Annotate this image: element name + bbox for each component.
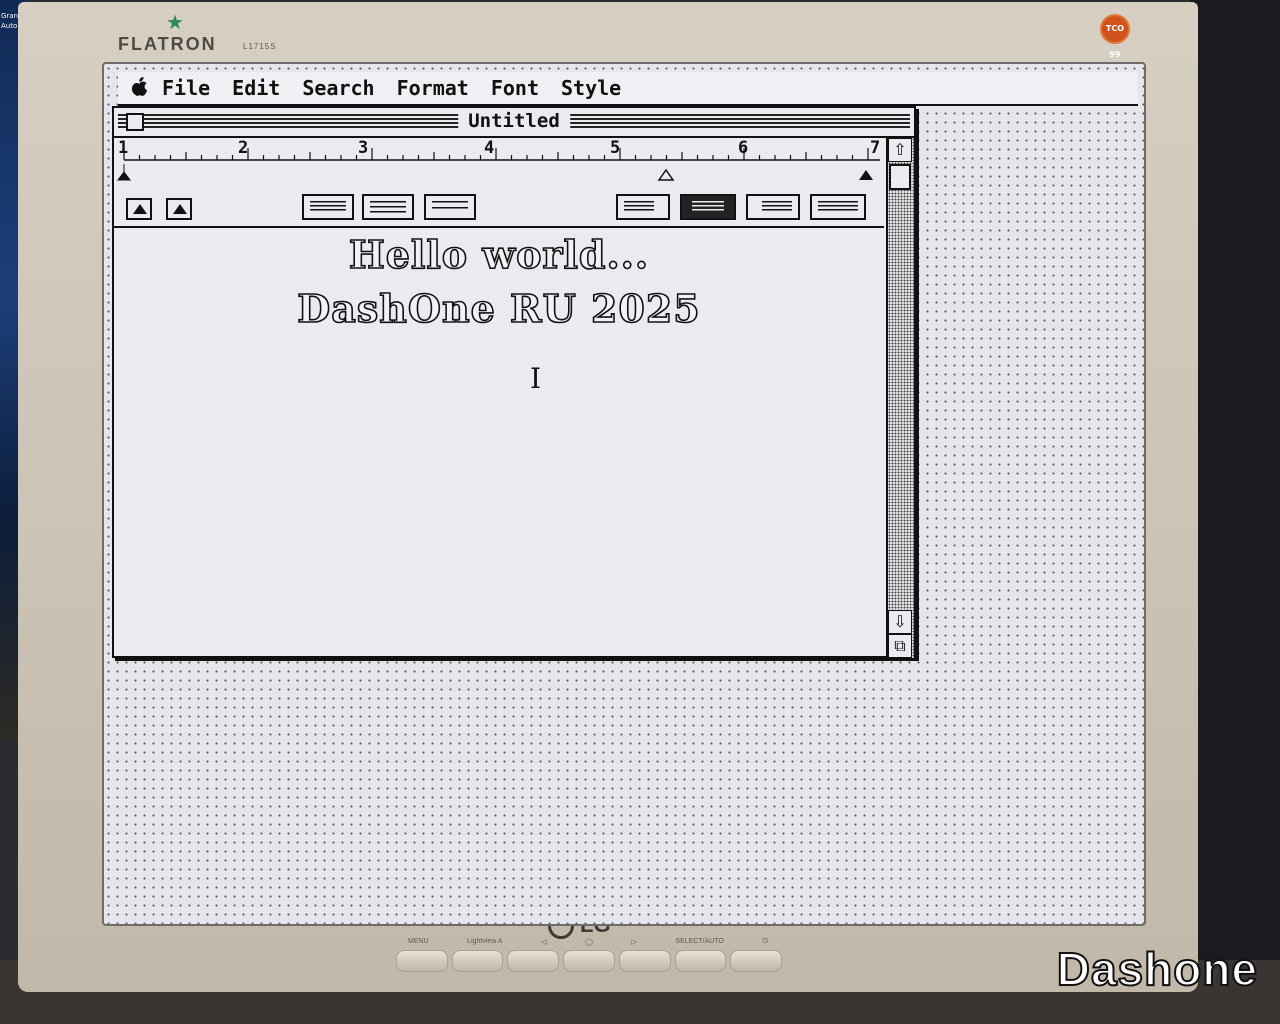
grow-box-icon[interactable]: ⧉ [888,634,912,658]
right-margin-marker-icon[interactable] [859,170,873,180]
monitor-button[interactable] [396,950,448,972]
close-box-icon[interactable] [126,113,144,131]
lines-icon [310,201,346,213]
monitor-button[interactable] [451,950,504,972]
ruler-number: 6 [738,138,749,158]
menu-file[interactable]: File [162,76,210,100]
document-text-area[interactable]: Hello world... DashOne RU 2025 I [114,228,884,654]
monitor-brand: FLATRON [118,34,217,54]
document-line: DashOne RU 2025 [296,285,701,332]
monitor-buttons[interactable] [396,950,783,972]
dashone-watermark: Dashone [1056,942,1258,996]
control-label: ◯ [585,939,593,946]
apple-menu-icon[interactable] [118,76,162,101]
monitor-button[interactable] [730,950,783,972]
lines-icon [432,201,468,213]
menu-edit[interactable]: Edit [232,76,280,100]
control-label: ⏻ [762,938,768,945]
star-icon: ★ [166,10,184,34]
control-label: ◁ [541,939,547,946]
menu-font[interactable]: Font [491,76,539,100]
control-label: Lightview A [467,938,503,945]
align-center-icon [692,201,724,213]
monitor-button[interactable] [674,950,727,972]
justify-button[interactable] [810,194,866,220]
scroll-down-arrow-icon[interactable]: ⇩ [888,610,912,634]
ruler-number: 2 [238,138,249,158]
ruler[interactable]: 1 2 3 4 5 6 7 [114,138,884,184]
control-label: SELECT/AUTO [675,938,724,945]
align-center-button[interactable] [680,194,736,220]
tab-marker-icon[interactable] [657,168,675,181]
monitor-bezel: ★ FLATRON L1715S TCO 99 LG MENU Lightvie… [18,2,1198,992]
ruler-number: 7 [870,138,881,158]
vertical-scrollbar[interactable]: ⇧ ⇩ ⧉ [886,138,914,658]
menu-style[interactable]: Style [561,76,621,100]
spacing-tight-button[interactable] [302,194,354,220]
left-margin-marker-icon[interactable] [117,164,131,181]
ruler-number: 5 [610,138,621,158]
scroll-up-arrow-icon[interactable]: ⇧ [888,138,912,162]
align-left-button[interactable] [616,194,670,220]
monitor-model: L1715S [243,42,277,51]
ruler-number: 1 [118,138,129,158]
monitor-control-labels: MENU Lightview A ◁ ◯ ▷ SELECT/AUTO ⏻ [408,938,768,946]
triangle-icon [173,204,187,214]
tco-badge: TCO 99 [1100,14,1130,59]
mac-screen: File Edit Search Format Font Style Untit… [102,62,1146,926]
monitor-button[interactable] [507,950,560,972]
line-spacing-single-button[interactable] [126,198,152,220]
spacing-medium-button[interactable] [362,194,414,220]
scroll-thumb[interactable] [889,164,911,190]
spacing-wide-button[interactable] [424,194,476,220]
justify-icon [818,201,858,213]
menubar: File Edit Search Format Font Style [118,72,1138,106]
background-right [1190,0,1280,1024]
line-spacing-double-button[interactable] [166,198,192,220]
ibeam-cursor-icon: I [530,362,542,395]
control-label: MENU [408,938,429,945]
ruler-number: 4 [484,138,495,158]
document-line: Hello world... [348,231,650,278]
menu-format[interactable]: Format [397,76,469,100]
menu-search[interactable]: Search [302,76,374,100]
triangle-icon [133,204,147,214]
control-label: ▷ [631,939,637,946]
ruler-ticks [117,148,880,181]
window-title: Untitled [458,110,570,132]
monitor-button[interactable] [563,950,615,972]
align-left-icon [624,201,654,213]
align-right-icon [762,201,792,213]
lines-icon [370,201,406,213]
document-window: Untitled 1 2 3 4 5 6 7 Hello world... Da… [112,106,916,658]
ruler-number: 3 [358,138,369,158]
monitor-button[interactable] [618,950,671,972]
window-titlebar[interactable]: Untitled [114,108,914,138]
align-right-button[interactable] [746,194,800,220]
